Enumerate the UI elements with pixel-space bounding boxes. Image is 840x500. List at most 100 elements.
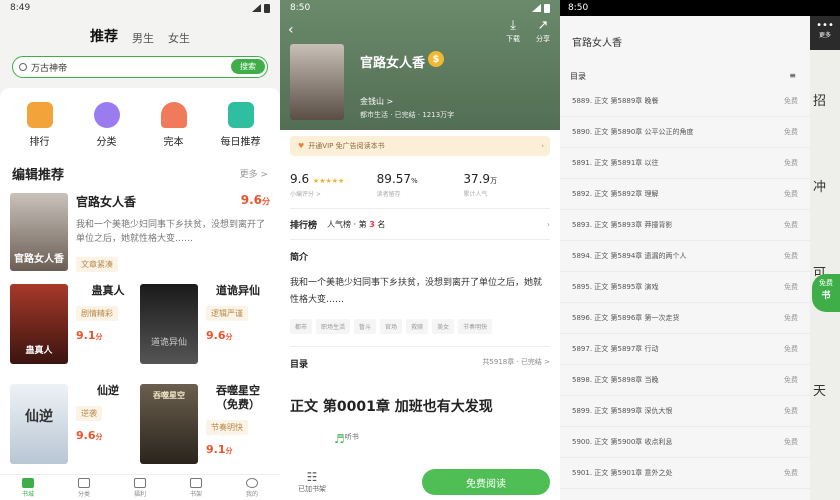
signal-icon: [252, 4, 261, 12]
stat-label: 读者留存: [376, 191, 401, 198]
book-title: 吞噬星空（免费）: [216, 384, 260, 411]
search-input[interactable]: 万古神帝: [31, 61, 67, 74]
shelf-icon: [190, 478, 202, 488]
chapter-item[interactable]: 5892. 正文 第5892章 理解 免费: [560, 179, 810, 210]
status-bar: 8:50: [560, 0, 840, 16]
stat-label[interactable]: 小编评分 >: [290, 189, 377, 198]
nav-bookstore[interactable]: 书城: [8, 475, 48, 500]
keyword-tag[interactable]: 救赎: [406, 319, 429, 334]
free-read-button[interactable]: 免费阅读: [422, 469, 550, 495]
chapter-free-tag: 免费: [784, 252, 798, 260]
score-value: 9.1: [206, 443, 226, 456]
chapter-item[interactable]: 5901. 正文 第5901章 意外之处 免费: [560, 458, 810, 489]
free-badge[interactable]: 免费书: [812, 274, 840, 312]
keyword-tag[interactable]: 节奏明快: [458, 319, 493, 334]
grid-icon: [78, 478, 90, 488]
stat-unit: 万: [490, 177, 498, 185]
chapter-item[interactable]: 5897. 正文 第5897章 行动 免费: [560, 334, 810, 365]
keyword-tag[interactable]: 暂斗: [354, 319, 377, 334]
rank-row[interactable]: 排行榜 人气榜 · 第 3 名 ›: [290, 208, 550, 240]
score-value: 9.6: [240, 193, 262, 207]
reader-text: 冲: [813, 180, 827, 195]
shortcut-daily[interactable]: 每日推荐: [210, 102, 272, 148]
status-bar: 8:49: [0, 0, 280, 16]
featured-book[interactable]: 官路女人香 官路女人香 9.6分 我和一个美艳少妇同事下乡扶贫，没想到离开了单位…: [0, 193, 280, 272]
detail-header: 8:50 ‹ ⤓ 下载 ↗ 分享 官路女人香 $ 金钱山 > 都市生活 · 已完结 …: [280, 0, 560, 130]
intro-text: 我和一个美艳少妇同事下乡扶贫，没想到离开了单位之后，她就性格大变……: [290, 278, 543, 305]
vip-banner[interactable]: ♥ 开通VIP 免广告阅读本书 ›: [290, 136, 550, 156]
shelf-icon: ☷: [306, 470, 318, 484]
book-tag: 文章紧凑: [76, 257, 118, 272]
share-button[interactable]: ↗ 分享: [536, 18, 550, 44]
profile-icon: [246, 478, 258, 488]
screenshot-collage: 8:49 推荐 男生 女生 万古神帝 搜索 排行 分类 完本 每日推荐 编辑推荐…: [0, 0, 840, 500]
keyword-tag[interactable]: 官场: [380, 319, 403, 334]
chapter-item[interactable]: 5898. 正文 第5898章 当晚 免费: [560, 365, 810, 396]
book-desc: 我和一个美艳少妇同事下乡扶贫，没想到离开了单位之后，她就性格大变……: [76, 220, 266, 244]
listen-button[interactable]: ♬ 听书: [334, 432, 378, 500]
chapter-item[interactable]: 5893. 正文 第5893章 莽撞背影 免费: [560, 210, 810, 241]
search-button[interactable]: 搜索: [231, 59, 265, 74]
keyword-tag[interactable]: 美女: [432, 319, 455, 334]
stat-value: 89.57: [376, 172, 412, 186]
keyword-tag[interactable]: 职场生活: [316, 319, 351, 334]
badge-book-label: 书: [821, 291, 831, 301]
keyword-tag[interactable]: 都市: [290, 319, 313, 334]
chapter-item[interactable]: 5895. 正文 第5895章 演戏 免费: [560, 272, 810, 303]
rank-text: 人气榜 · 第: [327, 219, 367, 229]
chapter-free-tag: 免费: [784, 469, 798, 477]
chapter-item[interactable]: 5890. 正文 第5890章 公平公正的角度 免费: [560, 117, 810, 148]
chapter-name: 5899. 正文 第5899章 深仇大恨: [572, 407, 673, 415]
stats-row: 9.6 ★★★★★ 小编评分 > 89.57% 读者留存 37.9万 累计人气: [280, 172, 560, 198]
shortcut-rank[interactable]: 排行: [9, 102, 71, 148]
nav-mine[interactable]: 我的: [232, 475, 272, 500]
tab-recommend[interactable]: 推荐: [90, 26, 118, 46]
book-tag: 逆袭: [76, 406, 102, 421]
toc-label: 目录: [570, 72, 586, 81]
grid-book[interactable]: 道诡异仙 道诡异仙 逻辑严谨 9.6分: [140, 284, 270, 376]
nav-label: 分类: [77, 491, 90, 498]
chapter-item[interactable]: 5891. 正文 第5891章 以往 免费: [560, 148, 810, 179]
shortcut-finished[interactable]: 完本: [143, 102, 205, 148]
nav-shelf[interactable]: 书架: [176, 475, 216, 500]
vip-heart-icon: ♥: [298, 142, 305, 150]
chapter-item[interactable]: 5900. 正文 第5900章 收点利息 免费: [560, 427, 810, 458]
shortcut-category[interactable]: 分类: [76, 102, 138, 148]
tab-male[interactable]: 男生: [132, 30, 154, 46]
status-time: 8:49: [10, 3, 31, 13]
toc-header[interactable]: 目录 共5918章 · 已完结 >: [290, 346, 550, 370]
more-button[interactable]: ••• 更多: [810, 16, 840, 50]
grid-book[interactable]: 蛊真人 蛊真人 剧情精彩 9.1分: [10, 284, 140, 376]
content-card: 排行 分类 完本 每日推荐 编辑推荐 更多 > 官路女人香 官路女人香 9.6分…: [0, 88, 280, 478]
battery-icon: [544, 3, 550, 13]
battery-icon: [264, 3, 270, 13]
add-shelf-button[interactable]: ☷ 已加书架: [290, 470, 334, 494]
sort-icon[interactable]: ≡: [789, 71, 796, 82]
author-link[interactable]: 金钱山 >: [360, 96, 393, 107]
more-link[interactable]: 更多 >: [240, 167, 268, 180]
first-chapter-title[interactable]: 正文 第0001章 加班也有大发现: [290, 396, 550, 416]
search-bar[interactable]: 万古神帝 搜索: [12, 56, 268, 78]
chapter-item[interactable]: 5899. 正文 第5899章 深仇大恨 免费: [560, 396, 810, 427]
score-value: 9.6: [76, 429, 96, 442]
chapter-name: 5897. 正文 第5897章 行动: [572, 345, 659, 353]
book-cover: 官路女人香: [10, 193, 68, 271]
chapter-item[interactable]: 5896. 正文 第5896章 第一次走货 免费: [560, 303, 810, 334]
shortcut-label: 每日推荐: [220, 137, 261, 148]
book-detail-screen: 8:50 ‹ ⤓ 下载 ↗ 分享 官路女人香 $ 金钱山 > 都市生活 · 已完结 …: [280, 0, 560, 500]
rank-label: 排行榜: [290, 220, 318, 231]
chapter-item[interactable]: 5889. 正文 第5889章 晚餐 免费: [560, 86, 810, 117]
back-icon[interactable]: ‹: [288, 22, 294, 38]
keyword-tags: 都市 职场生活 暂斗 官场 救赎 美女 节奏明快: [290, 319, 550, 334]
download-button[interactable]: ⤓ 下载: [506, 18, 520, 44]
nav-label: 书架: [189, 491, 202, 498]
book-title: 道诡异仙: [216, 284, 260, 297]
drawer-book-title: 官路女人香: [572, 38, 622, 49]
nav-category[interactable]: 分类: [64, 475, 104, 500]
nav-welfare[interactable]: 福利: [120, 475, 160, 500]
grid-book[interactable]: 仙逆 仙逆 逆袭 9.6分: [10, 384, 140, 476]
chapter-item[interactable]: 5894. 正文 第5894章 遗漏的两个人 免费: [560, 241, 810, 272]
category-shortcuts: 排行 分类 完本 每日推荐: [0, 88, 280, 148]
tab-female[interactable]: 女生: [168, 30, 190, 46]
grid-book[interactable]: 吞噬星空 吞噬星空（免费） 节奏明快 9.1分: [140, 384, 270, 476]
